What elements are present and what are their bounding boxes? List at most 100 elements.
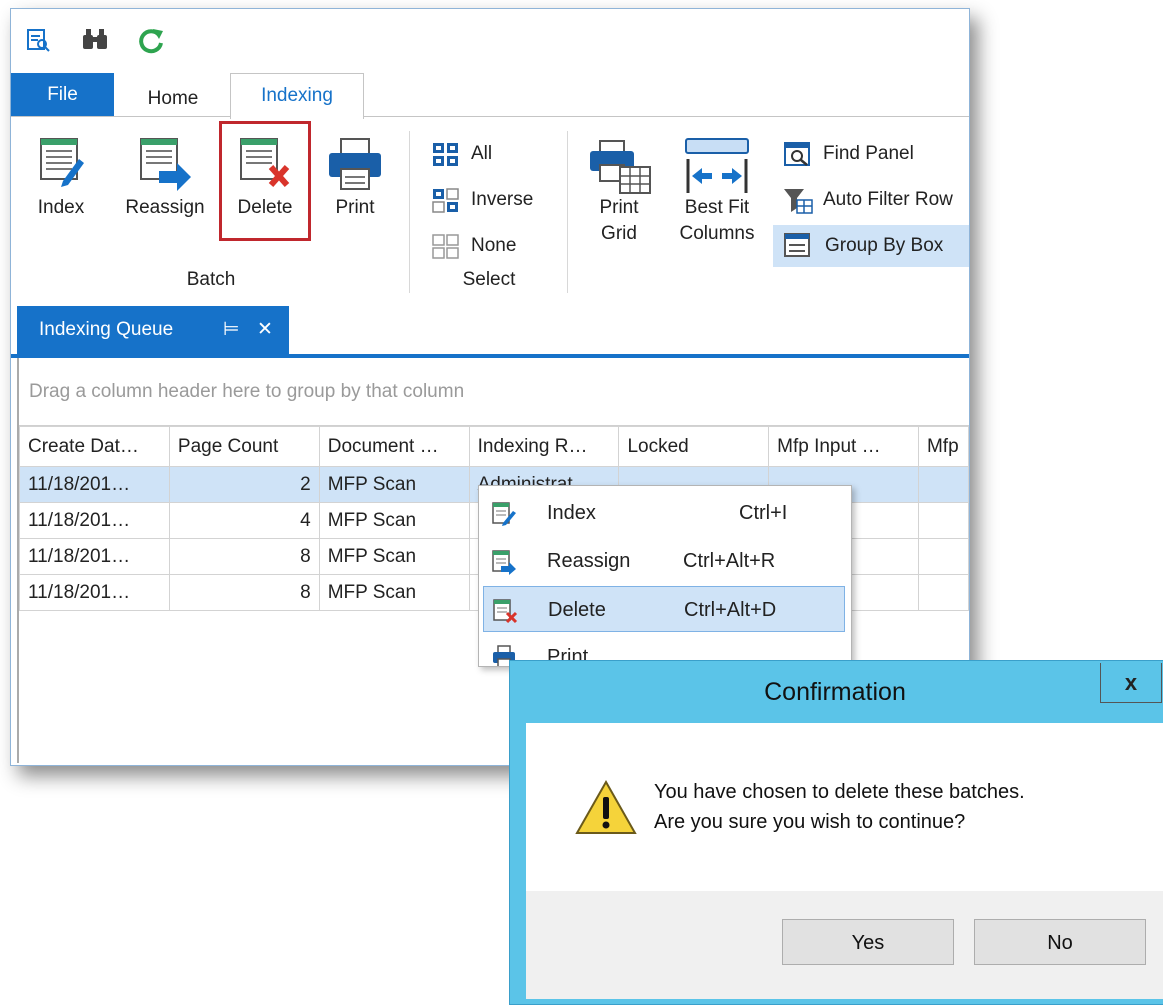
index-icon bbox=[40, 138, 84, 187]
batch-group-label: Batch bbox=[186, 269, 236, 290]
tab-home[interactable]: Home bbox=[123, 77, 223, 121]
tab-indexing-queue[interactable]: Indexing Queue ⊨ ✕ bbox=[17, 306, 289, 354]
table-cell: 4 bbox=[168, 502, 320, 539]
table-cell: 8 bbox=[168, 538, 320, 575]
select-none-label: None bbox=[471, 235, 517, 256]
print-label: Print bbox=[335, 197, 375, 218]
filter-icon bbox=[784, 189, 813, 214]
delete-icon bbox=[240, 138, 290, 187]
print-button[interactable]: Print bbox=[319, 135, 391, 221]
best-fit-columns-icon bbox=[685, 138, 749, 193]
find-panel-label: Find Panel bbox=[823, 143, 914, 164]
column-header[interactable]: Mfp bbox=[917, 426, 969, 467]
confirmation-dialog: Confirmation x You have chosen to delete… bbox=[509, 660, 1163, 1005]
select-none-icon bbox=[432, 234, 459, 259]
reassign-icon bbox=[140, 138, 191, 191]
menu-item-shortcut: Ctrl+Alt+R bbox=[683, 550, 776, 572]
find-panel-icon bbox=[784, 142, 810, 166]
group-by-box-icon bbox=[784, 233, 810, 257]
menu-item-delete[interactable]: Delete Ctrl+Alt+D bbox=[483, 586, 845, 632]
group-by-panel[interactable]: Drag a column header here to group by th… bbox=[19, 358, 969, 426]
column-header[interactable]: Mfp Input … bbox=[768, 426, 919, 467]
select-group-label: Select bbox=[462, 269, 516, 290]
dialog-message-line-1: You have chosen to delete these batches. bbox=[654, 781, 1025, 803]
auto-filter-row-label: Auto Filter Row bbox=[823, 189, 953, 210]
group-separator bbox=[567, 131, 568, 293]
group-by-box-button[interactable]: Group By Box bbox=[773, 225, 969, 267]
select-all-label: All bbox=[471, 143, 493, 164]
dialog-close-button[interactable]: x bbox=[1100, 663, 1162, 703]
print-grid-button[interactable]: Print Grid bbox=[583, 139, 655, 247]
column-header[interactable]: Page Count bbox=[168, 426, 320, 467]
column-header[interactable]: Create Dat… bbox=[19, 426, 170, 467]
index-button[interactable]: Index bbox=[25, 135, 97, 221]
dialog-title: Confirmation bbox=[764, 678, 906, 706]
menu-item-shortcut: Ctrl+Alt+D bbox=[684, 599, 777, 621]
group-separator bbox=[409, 131, 410, 293]
printer-icon bbox=[329, 138, 381, 190]
table-cell: 2 bbox=[168, 466, 320, 503]
menu-item-index[interactable]: Index Ctrl+I bbox=[483, 490, 845, 536]
table-cell: MFP Scan bbox=[318, 502, 470, 539]
close-icon[interactable]: ✕ bbox=[257, 306, 273, 354]
indexing-queue-title: Indexing Queue bbox=[39, 319, 174, 340]
document-tab-bar: Indexing Queue ⊨ ✕ bbox=[11, 302, 969, 358]
no-button[interactable]: No bbox=[974, 919, 1146, 965]
menu-item-shortcut: Ctrl+I bbox=[739, 502, 788, 524]
warning-icon bbox=[575, 779, 637, 834]
table-cell bbox=[917, 538, 969, 575]
menu-item-label: Delete bbox=[548, 599, 606, 621]
print-grid-icon bbox=[590, 140, 651, 194]
ribbon-panel: Index Reassign Delete Print Batch All In… bbox=[11, 116, 969, 303]
best-fit-label-1: Best Fit bbox=[684, 197, 750, 218]
menu-item-label: Index bbox=[547, 502, 596, 524]
table-cell: MFP Scan bbox=[318, 538, 470, 575]
table-cell: MFP Scan bbox=[318, 466, 470, 503]
refresh-icon[interactable] bbox=[137, 27, 163, 54]
view-document-icon[interactable] bbox=[25, 27, 51, 53]
table-cell: 11/18/201… bbox=[19, 538, 170, 575]
reassign-button[interactable]: Reassign bbox=[119, 135, 211, 221]
yes-button[interactable]: Yes bbox=[782, 919, 954, 965]
pin-icon[interactable]: ⊨ bbox=[223, 306, 240, 354]
print-grid-label-1: Print bbox=[599, 197, 639, 218]
delete-label: Delete bbox=[237, 197, 293, 218]
menu-item-label: Reassign bbox=[547, 550, 631, 572]
menu-item-reassign[interactable]: Reassign Ctrl+Alt+R bbox=[483, 538, 845, 584]
table-cell: 11/18/201… bbox=[19, 502, 170, 539]
grid-header-row: Create Dat… Page Count Document … Indexi… bbox=[19, 426, 969, 467]
table-cell bbox=[917, 502, 969, 539]
binoculars-icon[interactable] bbox=[81, 27, 107, 53]
dialog-message-line-2: Are you sure you wish to continue? bbox=[654, 811, 966, 833]
table-cell: MFP Scan bbox=[318, 574, 470, 611]
tab-file[interactable]: File bbox=[11, 73, 114, 117]
dialog-message: You have chosen to delete these batches.… bbox=[654, 777, 1025, 837]
tab-indexing[interactable]: Indexing bbox=[230, 73, 364, 119]
index-label: Index bbox=[37, 197, 85, 218]
table-cell bbox=[917, 574, 969, 611]
column-header[interactable]: Indexing R… bbox=[468, 426, 620, 467]
index-icon bbox=[492, 502, 516, 526]
quick-access-toolbar bbox=[11, 9, 969, 73]
table-cell: 11/18/201… bbox=[19, 574, 170, 611]
table-cell bbox=[917, 466, 969, 503]
print-grid-label-2: Grid bbox=[601, 223, 637, 244]
column-header[interactable]: Document … bbox=[318, 426, 470, 467]
delete-button[interactable]: Delete bbox=[225, 135, 305, 221]
column-header[interactable]: Locked bbox=[618, 426, 770, 467]
table-cell: 8 bbox=[168, 574, 320, 611]
select-inverse-icon bbox=[432, 188, 459, 213]
select-all-icon bbox=[433, 143, 458, 166]
ribbon-tabs: File Home Indexing bbox=[11, 73, 969, 119]
delete-icon bbox=[493, 599, 518, 624]
table-cell: 11/18/201… bbox=[19, 466, 170, 503]
select-inverse-label: Inverse bbox=[471, 189, 534, 210]
dialog-body: You have chosen to delete these batches.… bbox=[526, 723, 1163, 891]
context-menu: Index Ctrl+I Reassign Ctrl+Alt+R Delete … bbox=[478, 485, 852, 667]
best-fit-label-2: Columns bbox=[679, 223, 755, 244]
reassign-icon bbox=[492, 550, 516, 575]
group-by-box-label: Group By Box bbox=[825, 235, 944, 256]
best-fit-columns-button[interactable]: Best Fit Columns bbox=[669, 137, 765, 247]
reassign-label: Reassign bbox=[125, 197, 205, 218]
dialog-button-bar: Yes No bbox=[526, 891, 1163, 999]
